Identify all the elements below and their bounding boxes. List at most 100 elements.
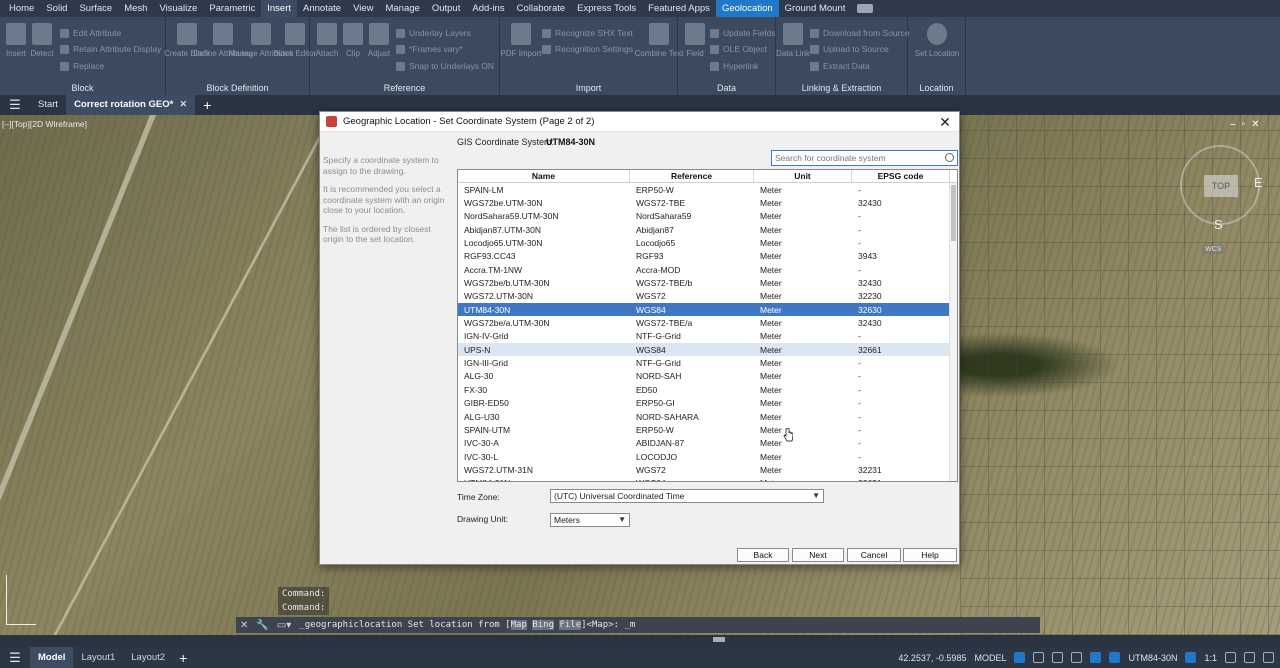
tab-output[interactable]: Output <box>426 0 467 17</box>
tab-featured-apps[interactable]: Featured Apps <box>642 0 716 17</box>
set-location-button[interactable]: Set Location <box>915 23 959 58</box>
table-row[interactable]: IVC-30-A ABIDJAN-87 Meter - <box>458 437 957 450</box>
table-row[interactable]: ALG-30 NORD-SAH Meter - <box>458 370 957 383</box>
search-box[interactable] <box>771 150 958 166</box>
table-row[interactable]: Locodjo65.UTM-30N Locodjo65 Meter - <box>458 236 957 249</box>
panel-title-block-definition[interactable]: Block Definition <box>166 83 309 93</box>
osnap-icon[interactable] <box>1090 652 1102 663</box>
coordinates-readout[interactable]: 42.2537, -0.5985 <box>898 653 966 663</box>
column-header-name[interactable]: Name <box>458 170 630 182</box>
update-fields-button[interactable]: Update Fields <box>710 28 775 38</box>
tab-manage[interactable]: Manage <box>379 0 425 17</box>
column-header-epsg[interactable]: EPSG code <box>852 170 950 182</box>
table-row[interactable]: WGS72be.UTM-30N WGS72-TBE Meter 32430 <box>458 196 957 209</box>
column-header-unit[interactable]: Unit <box>754 170 852 182</box>
table-row[interactable]: SPAIN-LM ERP50-W Meter - <box>458 183 957 196</box>
edit-attribute-button[interactable]: Edit Attribute <box>60 28 121 38</box>
drawing-tab[interactable]: Correct rotation GEO* ✕ <box>66 95 196 115</box>
close-icon[interactable]: ✕ <box>937 114 953 130</box>
retain-attribute-display-button[interactable]: Retain Attribute Display <box>60 44 161 54</box>
option-file[interactable]: File <box>559 620 582 630</box>
tab-insert[interactable]: Insert <box>261 0 298 17</box>
table-row[interactable]: FX-30 ED50 Meter - <box>458 383 957 396</box>
table-row[interactable]: IVC-30-L LOCODJO Meter - <box>458 450 957 463</box>
hyperlink-button[interactable]: Hyperlink <box>710 61 758 71</box>
pdf-import-button[interactable]: PDF Import <box>501 23 541 58</box>
table-scrollbar[interactable] <box>949 183 957 481</box>
recognize-shx-text-button[interactable]: Recognize SHX Text <box>542 28 633 38</box>
new-tab-button[interactable]: + <box>203 97 211 113</box>
tab-visualize[interactable]: Visualize <box>153 0 203 17</box>
frames-vary-dropdown[interactable]: *Frames vary* <box>396 44 463 54</box>
insert-button[interactable]: Insert <box>3 23 29 58</box>
table-row[interactable]: UTM84-30N WGS84 Meter 32630 <box>458 303 957 317</box>
cancel-button[interactable]: Cancel <box>847 548 901 562</box>
table-row[interactable]: UTM84-31NWGS84Meter32631 <box>458 477 957 481</box>
option-bing[interactable]: Bing <box>532 620 555 630</box>
manage-attributes-button[interactable]: Manage Attributes <box>229 23 293 58</box>
table-row[interactable]: WGS72be/b.UTM-30N WGS72-TBE/b Meter 32430 <box>458 276 957 289</box>
viewport-controls-label[interactable]: [–][Top][2D Wireframe] <box>2 119 87 129</box>
block-editor-button[interactable]: Block Editor <box>274 23 316 58</box>
tab-solid[interactable]: Solid <box>40 0 73 17</box>
field-button[interactable]: Field <box>682 23 708 58</box>
workspace-icon[interactable] <box>1244 652 1255 663</box>
wcs-menu[interactable]: WCS <box>1202 245 1225 254</box>
upload-to-source-button[interactable]: Upload to Source <box>810 44 889 54</box>
viewport-window-controls[interactable]: –▫✕ <box>1230 119 1266 130</box>
combine-text-button[interactable]: Combine Text <box>635 23 683 58</box>
table-row[interactable]: Abidjan87.UTM-30N Abidjan87 Meter - <box>458 223 957 236</box>
annotation-scale[interactable]: 1:1 <box>1204 653 1217 663</box>
extract-data-button[interactable]: Extract Data <box>810 61 870 71</box>
tab-home[interactable]: Home <box>3 0 40 17</box>
search-input[interactable] <box>772 151 940 165</box>
viewcube-east[interactable]: E <box>1254 175 1263 190</box>
data-link-button[interactable]: Data Link <box>776 23 810 58</box>
fullscreen-icon[interactable] <box>1263 652 1274 663</box>
underlay-layers-button[interactable]: Underlay Layers <box>396 28 471 38</box>
table-row[interactable]: SPAIN-UTM ERP50-W Meter - <box>458 423 957 436</box>
viewcube[interactable]: TOP E S <box>1180 145 1263 232</box>
coordinate-system-table[interactable]: Name Reference Unit EPSG code SPAIN-LM ER… <box>457 169 958 482</box>
panel-title-block[interactable]: Block <box>0 83 165 93</box>
start-tab[interactable]: Start <box>30 95 66 115</box>
drawing-unit-select[interactable]: Meters ▼ <box>550 513 630 527</box>
table-row[interactable]: RGF93.CC43 RGF93 Meter 3943 <box>458 250 957 263</box>
ole-object-button[interactable]: OLE Object <box>710 44 767 54</box>
tab-annotate[interactable]: Annotate <box>297 0 347 17</box>
tab-add-ins[interactable]: Add-ins <box>466 0 510 17</box>
table-row[interactable]: IGN-III-Grid NTF-G-Grid Meter - <box>458 356 957 369</box>
recognition-settings-button[interactable]: Recognition Settings <box>542 44 633 54</box>
detect-button[interactable]: Detect <box>29 23 55 58</box>
close-tab-icon[interactable]: ✕ <box>179 99 187 110</box>
replace-button[interactable]: Replace <box>60 61 104 71</box>
customize-wrench-icon[interactable]: 🔧 <box>252 620 272 631</box>
table-row[interactable]: ALG-U30 NORD-SAHARA Meter - <box>458 410 957 423</box>
gear-icon[interactable] <box>1225 652 1236 663</box>
panel-title-reference[interactable]: Reference <box>310 83 499 93</box>
table-row[interactable]: GIBR-ED50 ERP50-GI Meter - <box>458 397 957 410</box>
layout-menu-icon[interactable]: ☰ <box>0 650 30 666</box>
tab-ground-mount[interactable]: Ground Mount <box>779 0 852 17</box>
tab-view[interactable]: View <box>347 0 379 17</box>
clip-button[interactable]: Clip <box>340 23 366 58</box>
command-line[interactable]: ✕ 🔧 ▭▾ _geographiclocation Set location … <box>236 617 1040 633</box>
ortho-icon[interactable] <box>1052 652 1064 663</box>
table-row[interactable]: WGS72be/a.UTM-30N WGS72-TBE/a Meter 32430 <box>458 316 957 329</box>
download-from-source-button[interactable]: Download from Source <box>810 28 909 38</box>
table-row[interactable]: IGN-IV-Grid NTF-G-Grid Meter - <box>458 330 957 343</box>
next-button[interactable]: Next <box>792 548 844 562</box>
ribbon-overflow-icon[interactable] <box>857 4 874 13</box>
table-row[interactable]: WGS72.UTM-30N WGS72 Meter 32230 <box>458 290 957 303</box>
search-icon[interactable] <box>945 153 954 162</box>
time-zone-select[interactable]: (UTC) Universal Coordinated Time ▼ <box>550 489 824 503</box>
scrollbar-thumb[interactable] <box>951 185 956 241</box>
model-tab[interactable]: Model <box>30 647 74 668</box>
table-row[interactable]: Accra.TM-1NW Accra-MOD Meter - <box>458 263 957 276</box>
tab-express-tools[interactable]: Express Tools <box>571 0 642 17</box>
table-row[interactable]: UPS-N WGS84 Meter 32661 <box>458 343 957 357</box>
dialog-title-bar[interactable]: Geographic Location - Set Coordinate Sys… <box>320 112 959 132</box>
adjust-button[interactable]: Adjust <box>366 23 392 58</box>
tab-geolocation[interactable]: Geolocation <box>715 0 779 17</box>
viewcube-south[interactable]: S <box>1214 217 1223 232</box>
